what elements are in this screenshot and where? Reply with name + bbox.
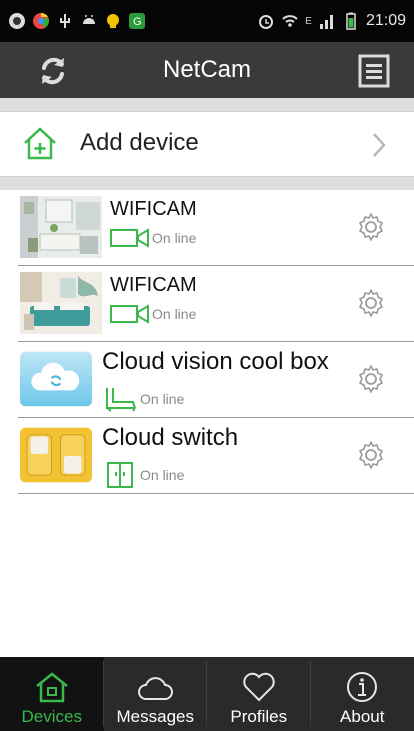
device-name: WIFICAM — [110, 274, 197, 296]
home-icon — [35, 672, 68, 703]
chrome-notification-icon — [33, 12, 49, 29]
device-item[interactable]: WIFICAM On line — [18, 266, 414, 342]
device-status-text: On line — [152, 230, 197, 246]
gear-icon[interactable] — [356, 288, 386, 318]
status-bar: G E 21:09 — [0, 0, 414, 42]
device-status: On line — [110, 228, 196, 248]
network-type: E — [305, 15, 312, 27]
bottom-nav: Devices Messages Profiles About — [0, 657, 414, 731]
add-device-label: Add device — [80, 129, 199, 156]
device-list: WIFICAM On line WIFICAM On line Cloud vi… — [18, 190, 414, 494]
device-name: Cloud vision cool box — [102, 348, 329, 375]
nav-devices[interactable]: Devices — [0, 657, 104, 731]
refresh-icon[interactable] — [36, 54, 70, 88]
app-g-icon: G — [129, 13, 145, 29]
svg-text:G: G — [133, 16, 142, 28]
heart-icon — [243, 672, 275, 702]
nav-profiles[interactable]: Profiles — [207, 657, 311, 731]
app-bar: NetCam — [0, 42, 414, 98]
gear-icon[interactable] — [356, 212, 386, 242]
usb-icon — [60, 14, 70, 28]
battery-icon — [346, 12, 356, 30]
android-icon — [83, 15, 95, 24]
device-status-text: On line — [140, 467, 185, 483]
device-item[interactable]: Cloud vision cool box On line — [18, 342, 414, 418]
nav-label: About — [340, 707, 385, 726]
cloud-icon — [20, 351, 92, 407]
nav-label: Messages — [116, 707, 194, 726]
device-name: Cloud switch — [102, 424, 239, 451]
info-icon — [347, 672, 378, 702]
device-status-text: On line — [152, 306, 197, 322]
cloud-icon — [138, 677, 174, 700]
nav-messages[interactable]: Messages — [104, 657, 207, 731]
divider — [0, 98, 414, 112]
divider — [0, 176, 414, 190]
camera-icon — [110, 304, 149, 324]
wifi-icon — [282, 15, 298, 27]
switch-photo — [20, 427, 92, 483]
bulb-icon — [107, 14, 119, 28]
device-item[interactable]: WIFICAM On line — [18, 190, 414, 266]
router-icon — [106, 388, 136, 412]
app-notification-icon — [9, 13, 25, 29]
signal-icon — [319, 15, 333, 29]
gear-icon[interactable] — [356, 440, 386, 470]
clock: 21:09 — [365, 12, 406, 29]
bedroom-photo — [20, 272, 102, 334]
add-device-row[interactable]: Add device — [0, 112, 414, 176]
device-status-text: On line — [140, 391, 185, 407]
alarm-icon — [259, 15, 274, 29]
device-status: On line — [110, 304, 196, 324]
notification-icons: G — [8, 12, 146, 30]
device-item[interactable]: Cloud switch On line — [18, 418, 414, 494]
switch-icon — [107, 462, 133, 488]
chevron-right-icon — [373, 133, 386, 157]
nav-label: Devices — [21, 707, 82, 726]
device-name: WIFICAM — [110, 198, 197, 220]
add-home-icon — [24, 127, 56, 160]
list-menu-icon[interactable] — [358, 54, 390, 88]
device-status: On line — [104, 386, 184, 412]
living-room-photo — [20, 196, 102, 258]
camera-icon — [110, 228, 149, 248]
nav-label: Profiles — [230, 707, 288, 726]
gear-icon[interactable] — [356, 364, 386, 394]
device-status: On line — [104, 462, 184, 488]
nav-about[interactable]: About — [311, 657, 414, 731]
